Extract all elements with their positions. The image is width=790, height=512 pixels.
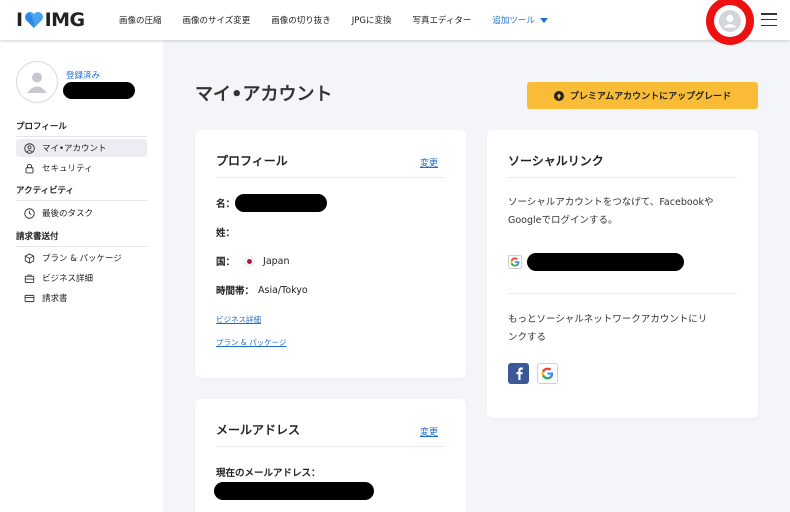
google-connect-button[interactable] (537, 363, 558, 384)
country-value: Japan (263, 255, 290, 267)
user-avatar-button[interactable] (706, 0, 754, 45)
divider (508, 293, 737, 294)
email-edit-link[interactable]: 変更 (420, 425, 438, 438)
social-card-title: ソーシャルリンク (508, 154, 604, 168)
logo-text-right: IMG (44, 9, 86, 31)
profile-card: プロフィール 変更 名： 姓： 国： Japan 時間帯： Asia/Tokyo… (195, 130, 466, 378)
timezone-label: 時間帯： (216, 286, 255, 297)
last-name-label: 姓： (216, 228, 236, 239)
more-social-text: もっとソーシャルネットワークアカウントにリ ンクする (508, 311, 748, 347)
redacted-google-account (527, 253, 684, 271)
sidebar-item-last-tasks[interactable]: 最後のタスク (16, 204, 147, 222)
social-description-line: Googleでログインする。 (508, 215, 618, 226)
profile-edit-link[interactable]: 変更 (420, 156, 438, 169)
business-details-link[interactable]: ビジネス詳細 (216, 314, 261, 325)
redacted-first-name (235, 194, 327, 212)
divider (216, 177, 445, 178)
sidebar-item-business[interactable]: ビジネス詳細 (16, 269, 147, 287)
redacted-username (63, 82, 135, 99)
section-profile: プロフィール (16, 120, 147, 137)
timezone-field: 時間帯： Asia/Tokyo (216, 283, 308, 298)
more-social-text-line: もっとソーシャルネットワークアカウントにリ (508, 314, 708, 325)
sidebar-item-my-account[interactable]: マイ•アカウント (16, 139, 147, 157)
nav-crop[interactable]: 画像の切り抜き (271, 14, 331, 26)
avatar (714, 5, 746, 37)
facebook-icon (515, 367, 523, 380)
chevron-down-icon (539, 17, 548, 23)
sidebar-item-label: マイ•アカウント (42, 144, 107, 154)
nav-more-tools[interactable]: 追加ツール (492, 14, 548, 26)
nav-photo-editor[interactable]: 写真エディター (413, 14, 472, 26)
menu-icon[interactable] (761, 13, 777, 27)
section-activity: アクティビティ (16, 184, 147, 201)
profile-avatar (16, 61, 58, 103)
timezone-value: Asia/Tokyo (258, 284, 308, 296)
sidebar-item-label: セキュリティ (42, 164, 93, 174)
sidebar-item-label: プラン & パッケージ (42, 254, 122, 264)
first-name-label: 名： (216, 199, 236, 210)
email-card-title: メールアドレス (216, 423, 301, 437)
email-card: メールアドレス 変更 現在のメールアドレス： (195, 399, 466, 512)
nav-convert-jpg[interactable]: JPGに変換 (352, 14, 392, 26)
nav-resize[interactable]: 画像のサイズ変更 (183, 14, 251, 26)
main-nav: 画像の圧縮 画像のサイズ変更 画像の切り抜き JPGに変換 写真エディター 追加… (119, 14, 569, 26)
logo[interactable]: I IMG (16, 9, 86, 31)
current-email-field: 現在のメールアドレス： (216, 465, 325, 479)
user-circle-icon (24, 142, 35, 154)
japan-flag-icon (245, 256, 255, 266)
more-social-text-line: ンクする (508, 332, 547, 343)
profile-card-title: プロフィール (216, 154, 288, 168)
lock-icon (25, 163, 34, 173)
package-icon (24, 252, 35, 264)
page-title: マイ•アカウント (195, 84, 333, 105)
current-email-label: 現在のメールアドレス： (216, 468, 321, 479)
sidebar-item-label: 請求書 (42, 294, 68, 304)
registered-label[interactable]: 登録済み (66, 69, 100, 81)
social-links-card: ソーシャルリンク ソーシャルアカウントをつなげて、Facebookや Googl… (487, 130, 758, 418)
briefcase-icon (24, 274, 35, 283)
sidebar-item-plans[interactable]: プラン & パッケージ (16, 249, 147, 267)
country-label: 国： (216, 257, 236, 268)
top-header: I IMG 画像の圧縮 画像のサイズ変更 画像の切り抜き JPGに変換 写真エデ… (0, 0, 790, 45)
upgrade-premium-label: プレミアムアカウントにアップグレード (569, 92, 732, 102)
nav-compress[interactable]: 画像の圧縮 (119, 14, 162, 26)
logo-text-left: I (16, 9, 23, 31)
last-name-field: 姓： (216, 225, 239, 239)
upgrade-premium-button[interactable]: プレミアムアカウントにアップグレード (527, 82, 758, 109)
divider (508, 177, 737, 178)
divider (216, 446, 445, 447)
redacted-email (214, 482, 374, 500)
facebook-connect-button[interactable] (508, 363, 529, 384)
social-description-line: ソーシャルアカウントをつなげて、Facebookや (508, 197, 714, 208)
user-icon (719, 10, 741, 32)
country-field: 国： Japan (216, 254, 290, 269)
sidebar-item-label: 最後のタスク (42, 209, 94, 219)
card-icon (24, 294, 35, 302)
nav-more-tools-label: 追加ツール (492, 16, 535, 26)
clock-icon (24, 207, 35, 219)
section-billing: 請求書送付 (16, 230, 147, 247)
sidebar: 登録済み プロフィール マイ•アカウント セキュリティ アクティビティ 最後のタ… (0, 40, 163, 512)
arrow-up-circle-icon (553, 90, 564, 101)
plans-packages-link[interactable]: プラン & パッケージ (216, 337, 286, 348)
sidebar-item-security[interactable]: セキュリティ (16, 159, 147, 177)
social-description: ソーシャルアカウントをつなげて、Facebookや Googleでログインする。 (508, 194, 748, 230)
google-icon (508, 255, 522, 269)
user-icon (27, 72, 47, 93)
sidebar-item-invoices[interactable]: 請求書 (16, 289, 147, 307)
heart-logo-icon (24, 12, 43, 28)
sidebar-item-label: ビジネス詳細 (42, 274, 94, 284)
google-icon (541, 367, 554, 380)
